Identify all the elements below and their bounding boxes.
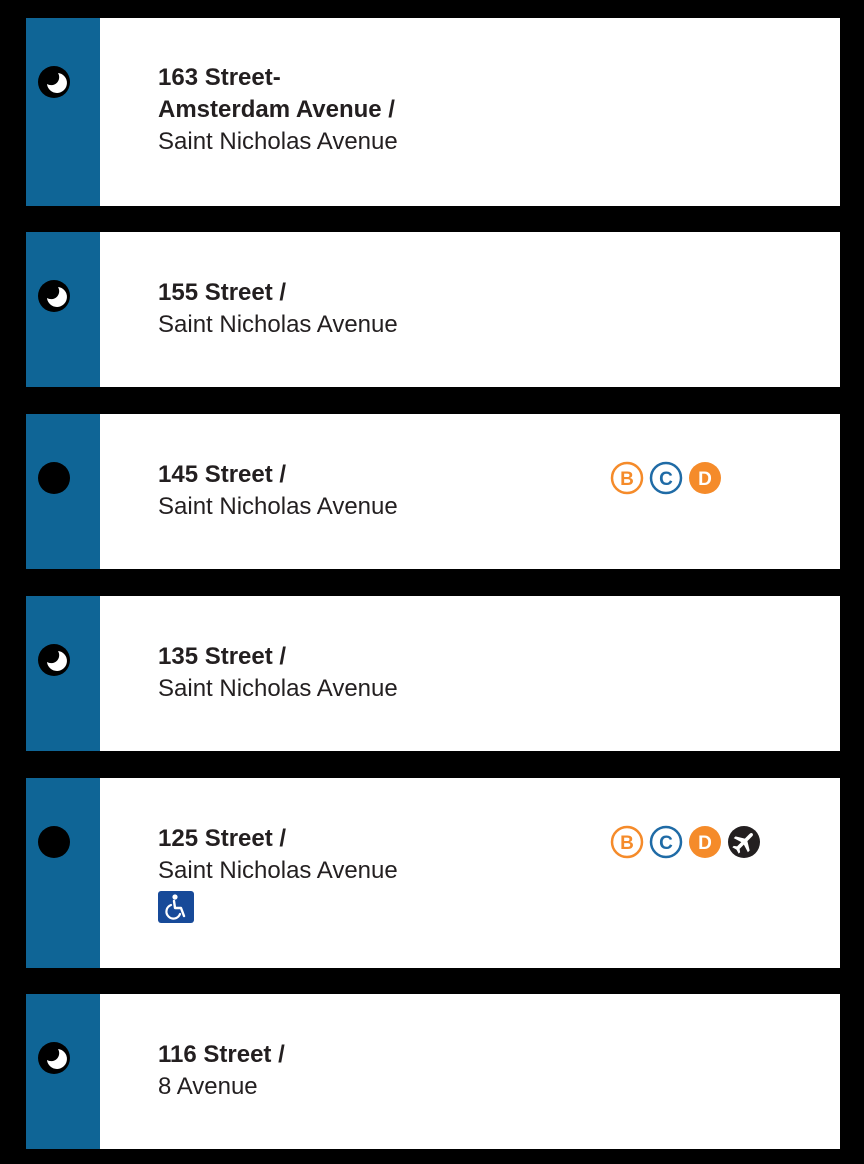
route-c-bullet[interactable]: C [649,461,683,495]
station-name-line: 145 Street / [158,461,287,488]
transfer-list: B C D [610,460,727,496]
station-name: 145 Street / Saint Nicholas Avenue [158,459,558,523]
route-d-bullet[interactable]: D [688,461,722,495]
route-c-bullet[interactable]: C [649,825,683,859]
station-list: 163 Street- Amsterdam Avenue / Saint Nic… [0,0,864,1164]
station-name-line: 135 Street / [158,643,287,670]
station-name: 155 Street / Saint Nicholas Avenue [158,277,558,341]
route-b-bullet[interactable]: B [610,461,644,495]
station-row[interactable]: 116 Street / 8 Avenue [26,994,840,1149]
route-letter: C [659,469,673,490]
station-name-line: 155 Street / [158,279,287,306]
wheelchair-accessible-icon [158,891,194,923]
route-letter: D [698,833,712,854]
route-letter: B [620,833,634,854]
station-name-line: 163 Street- [158,64,281,91]
line-bar [26,994,100,1149]
station-row[interactable]: 155 Street / Saint Nicholas Avenue [26,232,840,387]
station-row[interactable]: 163 Street- Amsterdam Avenue / Saint Nic… [26,18,840,206]
full-time-stop-icon [38,462,70,494]
airport-icon[interactable] [727,825,761,859]
route-letter: B [620,469,634,490]
transfer-list: B C D [610,824,766,860]
station-name-line: 116 Street / [158,1041,285,1068]
route-letter: C [659,833,673,854]
route-letter: D [698,469,712,490]
route-d-bullet[interactable]: D [688,825,722,859]
cross-street: Saint Nicholas Avenue [158,493,398,520]
station-name-line: Amsterdam Avenue / [158,96,395,123]
line-bar [26,414,100,569]
part-time-stop-icon [38,644,70,676]
station-name-line: 125 Street / [158,825,287,852]
station-name: 163 Street- Amsterdam Avenue / Saint Nic… [158,62,558,158]
line-bar [26,596,100,751]
cross-street: Saint Nicholas Avenue [158,311,398,338]
station-row[interactable]: 125 Street / Saint Nicholas Avenue B C D [26,778,840,968]
part-time-stop-icon [38,66,70,98]
part-time-stop-icon [38,1042,70,1074]
station-name: 116 Street / 8 Avenue [158,1039,558,1103]
station-row[interactable]: 145 Street / Saint Nicholas Avenue B C D [26,414,840,569]
line-bar [26,232,100,387]
route-b-bullet[interactable]: B [610,825,644,859]
station-name: 135 Street / Saint Nicholas Avenue [158,641,558,705]
line-bar [26,18,100,206]
cross-street: Saint Nicholas Avenue [158,675,398,702]
station-name: 125 Street / Saint Nicholas Avenue [158,823,558,923]
line-bar [26,778,100,968]
cross-street: Saint Nicholas Avenue [158,128,398,155]
cross-street: 8 Avenue [158,1073,258,1100]
station-row[interactable]: 135 Street / Saint Nicholas Avenue [26,596,840,751]
part-time-stop-icon [38,280,70,312]
cross-street: Saint Nicholas Avenue [158,857,398,884]
full-time-stop-icon [38,826,70,858]
